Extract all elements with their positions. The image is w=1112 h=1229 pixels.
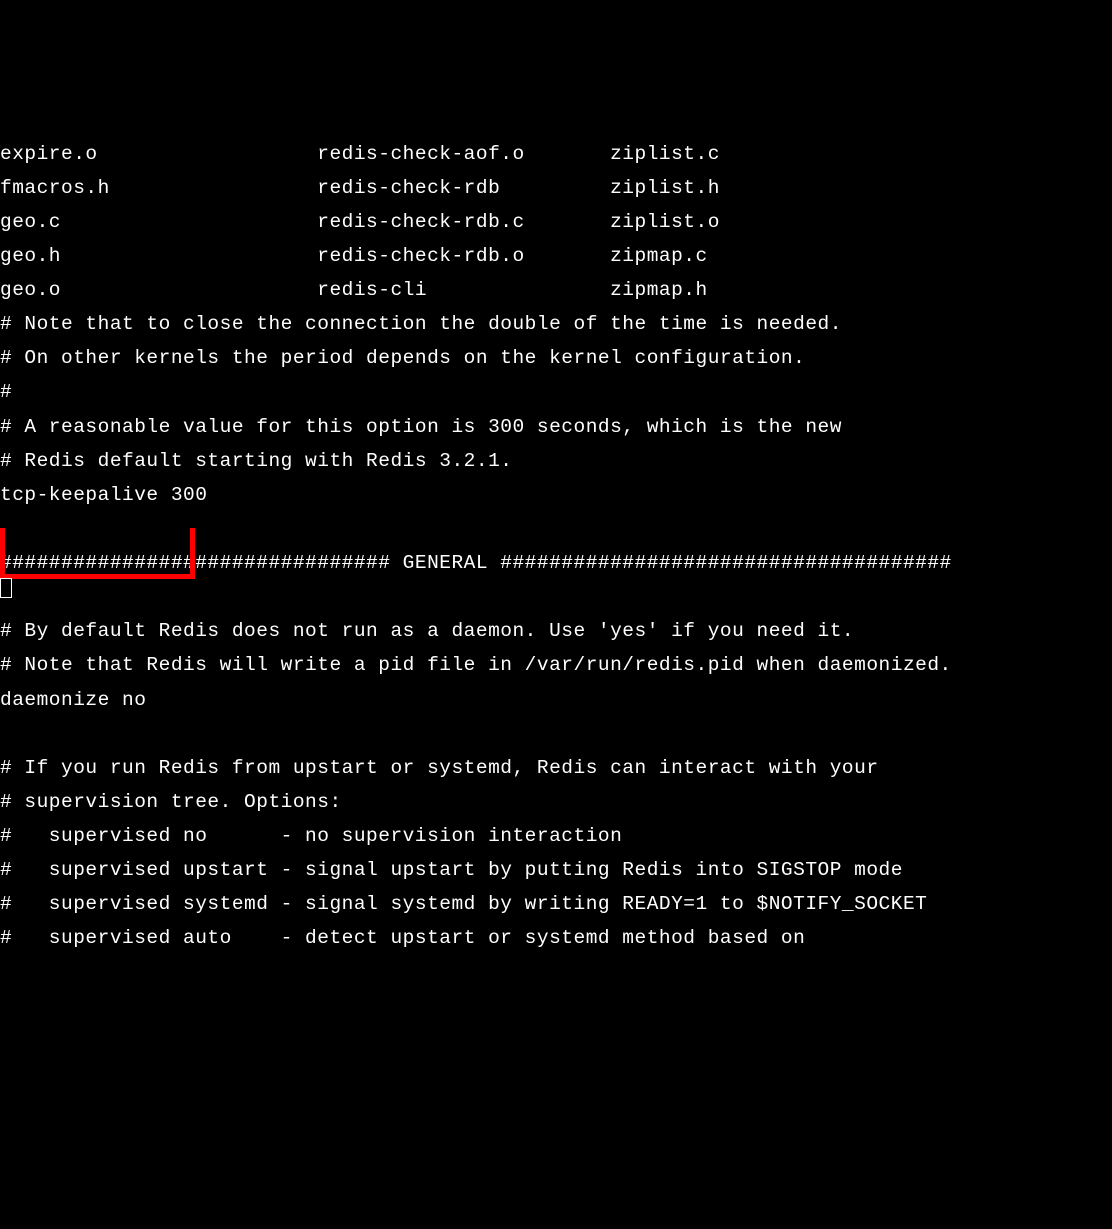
terminal-line: expire.o redis-check-aof.o ziplist.c — [0, 143, 720, 165]
terminal-line: tcp-keepalive 300 — [0, 484, 207, 506]
terminal-line: # Note that to close the connection the … — [0, 313, 842, 335]
terminal-line: # On other kernels the period depends on… — [0, 347, 805, 369]
terminal-line: fmacros.h redis-check-rdb ziplist.h — [0, 177, 720, 199]
terminal-line: # A reasonable value for this option is … — [0, 416, 842, 438]
terminal-line: # If you run Redis from upstart or syste… — [0, 757, 879, 779]
terminal-line: # Redis default starting with Redis 3.2.… — [0, 450, 512, 472]
terminal-line: # supervised auto - detect upstart or sy… — [0, 927, 805, 949]
terminal-line: daemonize no — [0, 689, 146, 711]
terminal-line: geo.o redis-cli zipmap.h — [0, 279, 708, 301]
terminal-line: # Note that Redis will write a pid file … — [0, 654, 952, 676]
terminal-line: # By default Redis does not run as a dae… — [0, 620, 854, 642]
terminal-line: # supervised no - no supervision interac… — [0, 825, 622, 847]
terminal-output: expire.o redis-check-aof.o ziplist.c fma… — [0, 137, 1112, 956]
terminal-line: # — [0, 381, 12, 403]
terminal-line: # supervision tree. Options: — [0, 791, 342, 813]
terminal-line: geo.h redis-check-rdb.o zipmap.c — [0, 245, 708, 267]
terminal-line: # supervised systemd - signal systemd by… — [0, 893, 927, 915]
terminal-line: ################################ GENERAL… — [0, 552, 952, 574]
terminal-line: # supervised upstart - signal upstart by… — [0, 859, 903, 881]
cursor-indicator — [0, 578, 12, 598]
terminal-line: geo.c redis-check-rdb.c ziplist.o — [0, 211, 720, 233]
